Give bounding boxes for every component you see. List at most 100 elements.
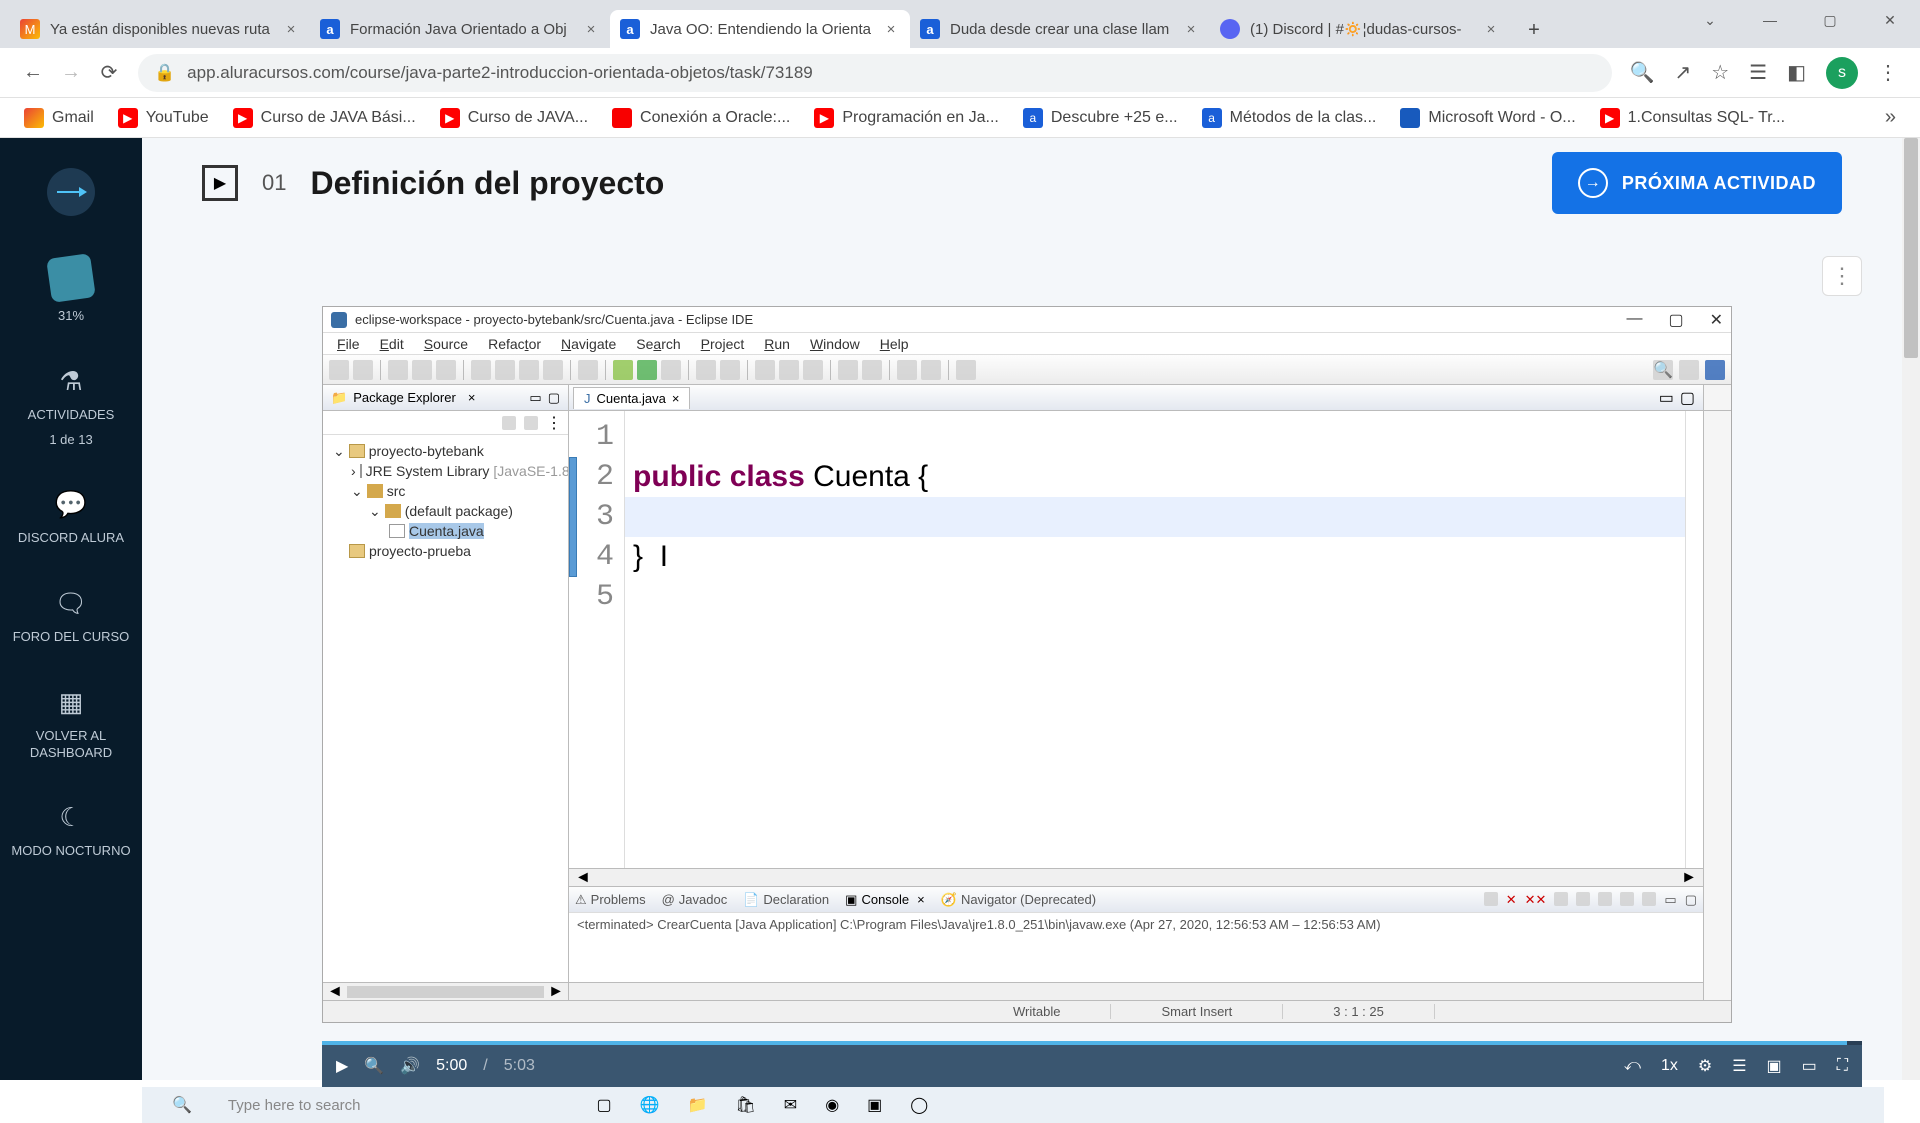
sidebar-discord[interactable]: 💬 DISCORD ALURA	[12, 488, 130, 547]
collapse-icon[interactable]	[502, 416, 516, 430]
toolbar-icon[interactable]	[412, 360, 432, 380]
pip-icon[interactable]: ▣	[1767, 1056, 1782, 1076]
bookmarks-overflow[interactable]: »	[1875, 106, 1906, 129]
theater-icon[interactable]: ▭	[1802, 1056, 1817, 1076]
close-icon[interactable]: ×	[1482, 20, 1500, 38]
editor-scrollbar[interactable]	[1685, 411, 1703, 868]
maximize-icon[interactable]: ▢	[548, 390, 560, 406]
scroll-left-icon[interactable]: ◄	[327, 983, 343, 1001]
browser-tab[interactable]: a Formación Java Orientado a Obj ×	[310, 10, 610, 48]
transcript-icon[interactable]: ☰	[1732, 1056, 1746, 1076]
scrollbar[interactable]	[347, 986, 544, 998]
back-button[interactable]: ←	[14, 54, 52, 92]
close-icon[interactable]: ×	[882, 20, 900, 38]
play-button[interactable]: ▶	[336, 1056, 348, 1076]
close-icon[interactable]: ×	[1182, 20, 1200, 38]
bookmark-item[interactable]: aDescubre +25 e...	[1013, 102, 1188, 134]
search-icon[interactable]: 🔍	[1653, 360, 1673, 380]
rewind-icon[interactable]: ⤺	[1624, 1057, 1641, 1075]
zoom-icon[interactable]: 🔍	[1630, 60, 1655, 85]
toolbar-icon[interactable]	[755, 360, 775, 380]
minimize-icon[interactable]: ▭	[529, 390, 541, 406]
share-icon[interactable]: ↗	[1674, 60, 1691, 85]
chevron-down-icon[interactable]: ⌄	[1680, 0, 1740, 40]
back-icon[interactable]	[897, 360, 917, 380]
bookmark-item[interactable]: ▶1.Consultas SQL- Tr...	[1590, 102, 1795, 134]
editor-tab[interactable]: J Cuenta.java ×	[573, 387, 690, 409]
profile-badge[interactable]: s	[1826, 57, 1858, 89]
code-area[interactable]: public class Cuenta { } I	[625, 411, 1685, 868]
menu-run[interactable]: Run	[756, 336, 798, 352]
toolbar-icon[interactable]	[862, 360, 882, 380]
toolbar-icon[interactable]	[495, 360, 515, 380]
minimize-icon[interactable]: ▭	[1664, 892, 1676, 908]
console-action-icon[interactable]	[1620, 892, 1634, 906]
maximize-icon[interactable]: ▢	[1668, 310, 1683, 330]
toolbar-icon[interactable]	[353, 360, 373, 380]
remove-icon[interactable]: ✕	[1506, 892, 1517, 908]
menu-icon[interactable]: ⋮	[546, 413, 562, 433]
toolbar-icon[interactable]	[803, 360, 823, 380]
java-perspective-icon[interactable]	[1705, 360, 1725, 380]
tab-console[interactable]: ▣Console×	[845, 892, 925, 908]
console-action-icon[interactable]	[1484, 892, 1498, 906]
remove-all-icon[interactable]: ✕✕	[1525, 892, 1547, 908]
scroll-left-icon[interactable]: ◄	[575, 869, 591, 887]
page-scrollbar[interactable]	[1902, 138, 1920, 1080]
reload-button[interactable]: ⟳	[90, 54, 128, 92]
menu-window[interactable]: Window	[802, 336, 868, 352]
sidebar-foro[interactable]: 🗨 FORO DEL CURSO	[7, 587, 136, 646]
toolbar-icon[interactable]	[471, 360, 491, 380]
settings-icon[interactable]: ⚙	[1698, 1056, 1712, 1076]
close-button[interactable]: ✕	[1860, 0, 1920, 40]
browser-tab[interactable]: a Duda desde crear una clase llam ×	[910, 10, 1210, 48]
browser-tab-active[interactable]: a Java OO: Entendiendo la Orienta ×	[610, 10, 910, 48]
menu-project[interactable]: Project	[693, 336, 753, 352]
project-tree[interactable]: ⌄proyecto-bytebank ›JRE System Library […	[323, 435, 568, 982]
sidebar-actividades[interactable]: ⚗ ACTIVIDADES 1 de 13	[22, 365, 121, 449]
close-icon[interactable]: ✕	[1710, 310, 1723, 330]
close-icon[interactable]: ×	[468, 390, 476, 405]
star-icon[interactable]: ☆	[1711, 60, 1729, 85]
toolbar-icon[interactable]	[838, 360, 858, 380]
debug-icon[interactable]	[613, 360, 633, 380]
options-menu[interactable]: ⋮	[1822, 256, 1862, 296]
console-action-icon[interactable]	[1554, 892, 1568, 906]
url-input[interactable]: 🔒 app.aluracursos.com/course/java-parte2…	[138, 54, 1612, 92]
new-tab-button[interactable]: +	[1516, 12, 1552, 48]
tab-problems[interactable]: ⚠Problems	[575, 892, 646, 908]
fullscreen-icon[interactable]: ⛶	[1837, 1057, 1848, 1075]
maximize-icon[interactable]: ▢	[1685, 892, 1697, 908]
console-action-icon[interactable]	[1598, 892, 1612, 906]
browser-tab[interactable]: (1) Discord | #🔅¦dudas-cursos- ×	[1210, 10, 1510, 48]
maximize-button[interactable]: ▢	[1800, 0, 1860, 40]
close-icon[interactable]: ×	[282, 20, 300, 38]
search-icon[interactable]: 🔍	[364, 1056, 384, 1076]
toolbar-icon[interactable]	[779, 360, 799, 380]
bookmark-item[interactable]: Microsoft Word - O...	[1390, 102, 1585, 134]
toolbar-icon[interactable]	[956, 360, 976, 380]
link-icon[interactable]	[524, 416, 538, 430]
sidebar-dashboard[interactable]: ▦ VOLVER AL DASHBOARD	[0, 686, 142, 762]
minimize-button[interactable]: —	[1740, 0, 1800, 40]
tab-javadoc[interactable]: @Javadoc	[662, 892, 728, 907]
toolbar-icon[interactable]	[696, 360, 716, 380]
perspective-icon[interactable]	[1679, 360, 1699, 380]
menu-icon[interactable]: ⋮	[1878, 60, 1898, 85]
bookmark-item[interactable]: aMétodos de la clas...	[1192, 102, 1387, 134]
next-activity-button[interactable]: → PRÓXIMA ACTIVIDAD	[1552, 152, 1842, 214]
toolbar-icon[interactable]	[661, 360, 681, 380]
menu-refactor[interactable]: Refactor	[480, 336, 549, 352]
menu-edit[interactable]: Edit	[372, 336, 412, 352]
forward-icon[interactable]	[921, 360, 941, 380]
reading-list-icon[interactable]: ☰	[1749, 60, 1767, 85]
sidebar-progress[interactable]: 31%	[43, 256, 99, 325]
menu-search[interactable]: Search	[628, 336, 688, 352]
scroll-right-icon[interactable]: ►	[1681, 869, 1697, 887]
toolbar-icon[interactable]	[436, 360, 456, 380]
bookmark-item[interactable]: ▶Curso de JAVA...	[430, 102, 598, 134]
toolbar-icon[interactable]	[543, 360, 563, 380]
run-icon[interactable]	[637, 360, 657, 380]
code-editor[interactable]: 12345 public class Cuenta { } I	[569, 411, 1703, 868]
scroll-right-icon[interactable]: ►	[548, 983, 564, 1001]
